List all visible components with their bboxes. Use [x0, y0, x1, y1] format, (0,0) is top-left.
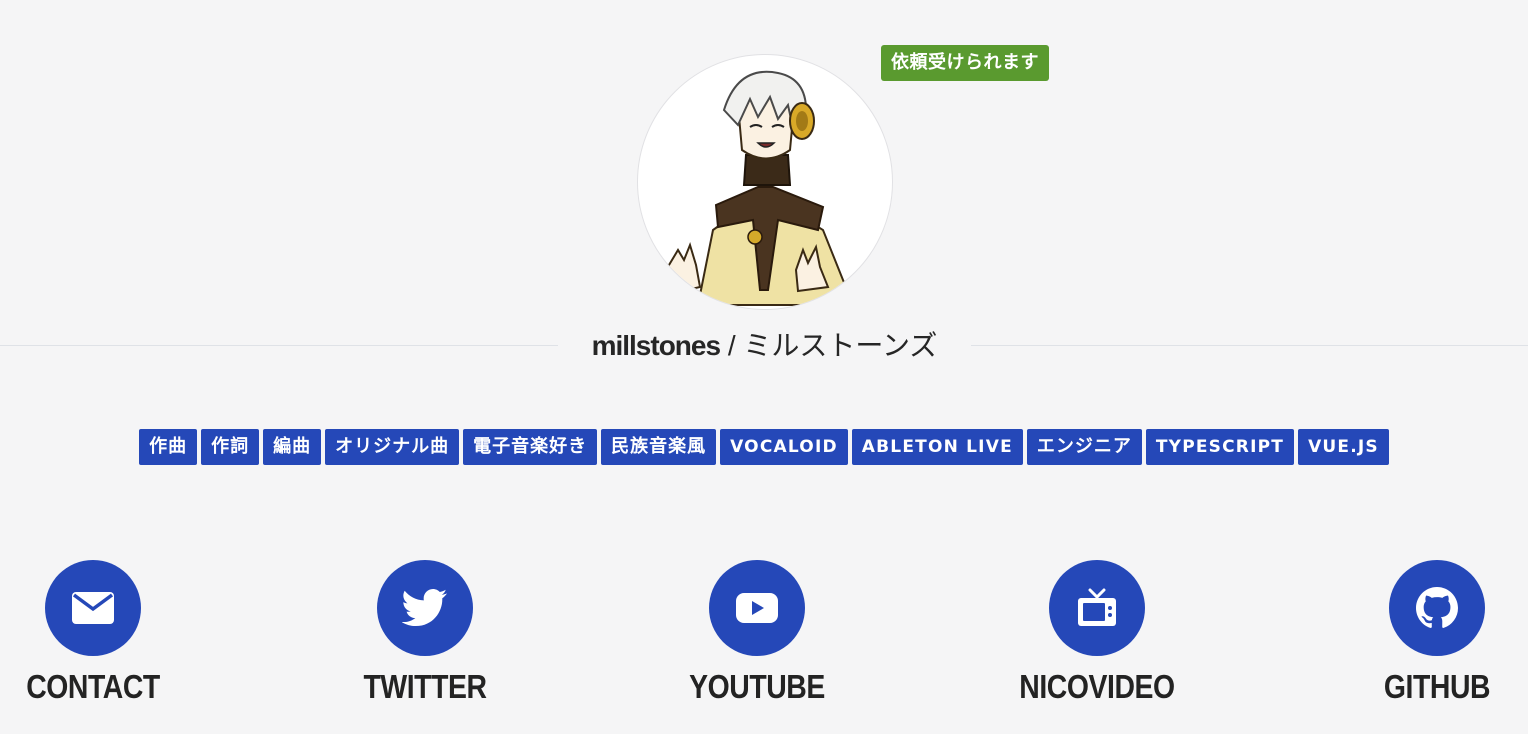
tag-electronic-music: 電子音楽好き [463, 429, 598, 465]
avatar-illustration [664, 70, 855, 306]
youtube-link[interactable]: YOUTUBE [647, 560, 867, 706]
tag-composition: 作曲 [139, 429, 198, 465]
profile-page: 依頼受けられます millstones / ミルストーンズ 作曲 作詞 編曲 オ… [0, 0, 1528, 734]
divider-line-right [971, 345, 1528, 346]
twitter-label: TWITTER [363, 668, 487, 705]
tag-engineer: エンジニア [1026, 429, 1142, 465]
profile-name: millstones / ミルストーンズ [558, 324, 971, 368]
nicovideo-label: NICOVIDEO [1019, 668, 1175, 705]
mail-icon [72, 592, 114, 624]
contact-link[interactable]: CONTACT [0, 560, 203, 706]
profile-name-latin: millstones [591, 330, 721, 361]
nicovideo-icon-circle[interactable] [1049, 560, 1145, 656]
social-links: CONTACT TWITTER YOUTUBE NICOVIDEO GITHUB [0, 560, 1528, 734]
profile-name-kana: ミルストーンズ [743, 330, 938, 361]
github-link[interactable]: GITHUB [1327, 560, 1528, 706]
nicovideo-link[interactable]: NICOVIDEO [987, 560, 1207, 706]
youtube-icon-circle[interactable] [709, 560, 805, 656]
avatar [637, 54, 893, 310]
tag-typescript: TYPESCRIPT [1145, 429, 1295, 465]
github-icon [1416, 587, 1458, 628]
tag-ableton-live: ABLETON LIVE [851, 429, 1023, 465]
tag-vocaloid: VOCALOID [720, 429, 848, 465]
github-label: GITHUB [1383, 668, 1491, 705]
twitter-bird-icon [402, 589, 448, 627]
profile-name-separator: / [720, 330, 744, 361]
tag-vuejs: VUE.JS [1298, 429, 1389, 465]
twitter-icon-circle[interactable] [377, 560, 473, 656]
tag-lyrics: 作詞 [201, 429, 260, 465]
divider-line-left [0, 345, 558, 346]
youtube-play-icon [736, 593, 778, 623]
github-icon-circle[interactable] [1389, 560, 1485, 656]
tag-list: 作曲 作詞 編曲 オリジナル曲 電子音楽好き 民族音楽風 VOCALOID AB… [0, 429, 1528, 465]
contact-label: CONTACT [26, 668, 160, 705]
twitter-link[interactable]: TWITTER [315, 560, 535, 706]
youtube-label: YOUTUBE [689, 668, 825, 705]
tag-ethnic-music: 民族音楽風 [601, 429, 717, 465]
tag-arrangement: 編曲 [263, 429, 322, 465]
contact-icon-circle[interactable] [45, 560, 141, 656]
tag-original-songs: オリジナル曲 [325, 429, 460, 465]
tv-icon [1078, 588, 1116, 626]
availability-badge: 依頼受けられます [881, 45, 1049, 81]
